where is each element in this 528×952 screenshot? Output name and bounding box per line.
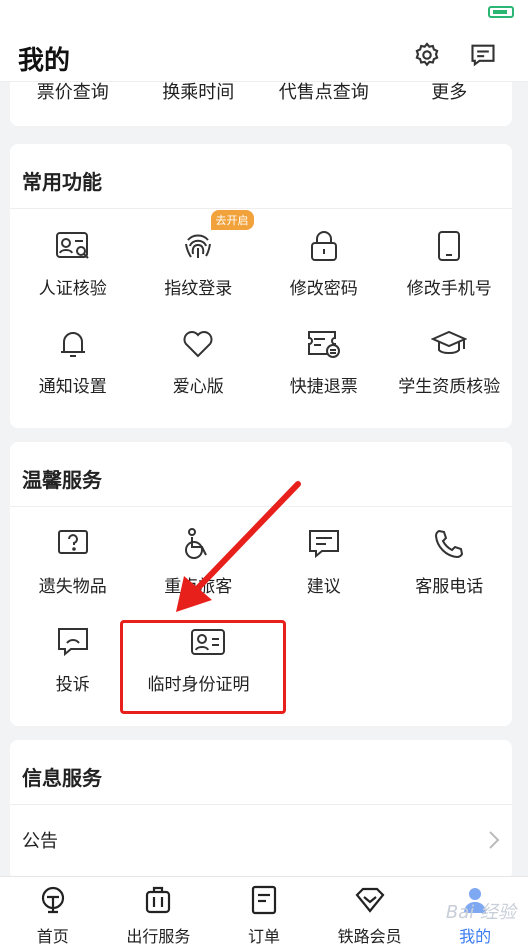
message-button[interactable] bbox=[468, 40, 498, 70]
common-item-change-password[interactable]: 修改密码 bbox=[261, 220, 387, 318]
divider bbox=[10, 208, 512, 209]
info-services-card: 信息服务 公告 bbox=[10, 740, 512, 880]
common-item-id-verify[interactable]: 人证核验 bbox=[10, 220, 136, 318]
id-face-icon bbox=[53, 226, 93, 266]
complaint-icon bbox=[53, 622, 93, 662]
divider bbox=[10, 506, 512, 507]
fingerprint-icon bbox=[178, 226, 218, 266]
comment-icon bbox=[304, 524, 344, 564]
section-title: 信息服务 bbox=[22, 766, 102, 790]
page-header: 我的 bbox=[0, 26, 528, 82]
warm-item-lost-items[interactable]: 遗失物品 bbox=[10, 518, 136, 616]
question-box-icon bbox=[53, 524, 93, 564]
tab-railway-member[interactable]: 铁路会员 bbox=[317, 877, 423, 952]
tab-home[interactable]: 首页 bbox=[0, 877, 106, 952]
common-item-quick-refund[interactable]: 快捷退票 bbox=[261, 318, 387, 416]
message-icon bbox=[471, 44, 495, 67]
lock-icon bbox=[304, 226, 344, 266]
diamond-icon bbox=[355, 885, 385, 915]
highlight-box bbox=[120, 620, 286, 714]
railway-logo-icon bbox=[38, 885, 68, 915]
common-item-fingerprint[interactable]: 去开启 指纹登录 bbox=[136, 210, 262, 318]
wheelchair-icon bbox=[178, 524, 218, 564]
watermark: Bai 经验 bbox=[445, 902, 516, 923]
phone-call-icon bbox=[429, 524, 469, 564]
common-item-student-verify[interactable]: 学生资质核验 bbox=[387, 318, 513, 416]
common-item-change-phone[interactable]: 修改手机号 bbox=[387, 220, 513, 318]
warm-item-suggestion[interactable]: 建议 bbox=[261, 518, 387, 616]
bell-icon bbox=[53, 324, 93, 364]
enable-badge: 去开启 bbox=[210, 210, 254, 230]
settings-button[interactable] bbox=[412, 40, 442, 70]
warm-item-priority-passenger[interactable]: 重点旅客 bbox=[136, 518, 262, 616]
page-title: 我的 bbox=[18, 46, 71, 76]
refund-ticket-icon bbox=[304, 324, 344, 364]
divider bbox=[10, 804, 512, 805]
warm-item-service-phone[interactable]: 客服电话 bbox=[387, 518, 513, 616]
list-item-announcement[interactable]: 公告 bbox=[22, 820, 500, 860]
section-title: 温馨服务 bbox=[22, 468, 102, 492]
gear-icon bbox=[415, 42, 439, 67]
common-item-notify-settings[interactable]: 通知设置 bbox=[10, 318, 136, 416]
luggage-icon bbox=[143, 885, 173, 915]
common-item-care-mode[interactable]: 爱心版 bbox=[136, 318, 262, 416]
order-icon bbox=[249, 885, 279, 915]
phone-icon bbox=[429, 226, 469, 266]
battery-icon bbox=[488, 6, 514, 18]
status-bar bbox=[0, 0, 528, 26]
common-functions-card: 常用功能 人证核验 去开启 指纹登录 修改密码 修改手机号 通知设置 爱心版 快… bbox=[10, 144, 512, 428]
graduation-cap-icon bbox=[429, 324, 469, 364]
section-title: 常用功能 bbox=[22, 170, 102, 194]
tab-travel-services[interactable]: 出行服务 bbox=[106, 877, 212, 952]
heart-icon bbox=[178, 324, 218, 364]
chevron-right-icon bbox=[489, 831, 500, 849]
tab-orders[interactable]: 订单 bbox=[211, 877, 317, 952]
warm-item-complaint[interactable]: 投诉 bbox=[10, 616, 136, 714]
